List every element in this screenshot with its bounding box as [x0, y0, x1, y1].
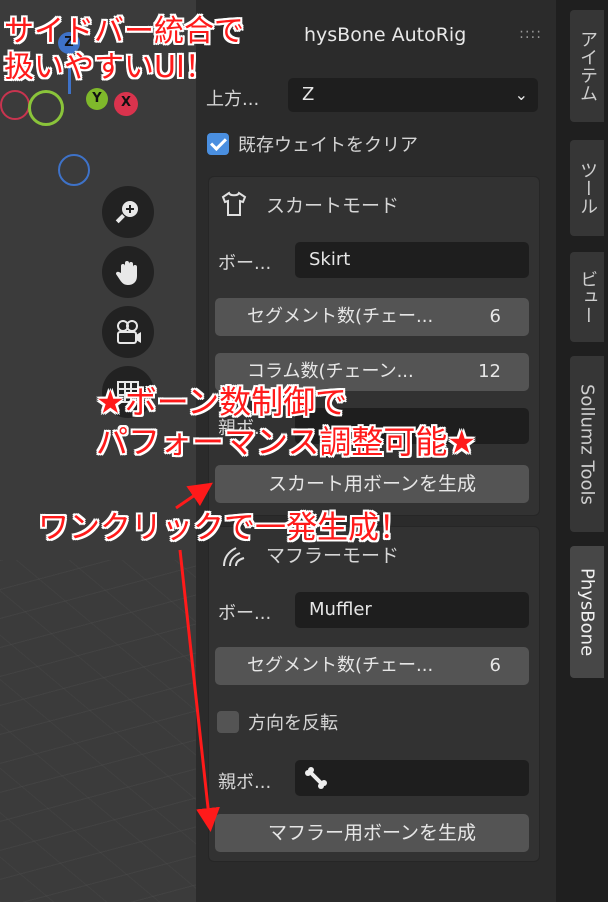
annotation-one-click: ワンクリックで一発生成！ — [38, 510, 410, 546]
gizmo-neg-x-axis[interactable] — [0, 90, 30, 120]
tab-physbone[interactable]: PhysBone — [570, 546, 604, 678]
gizmo-neg-z-axis[interactable] — [58, 154, 90, 186]
skirt-segments-label: セグメント数(チェー... — [247, 306, 434, 327]
tab-item[interactable]: アイテム — [570, 10, 604, 122]
skirt-bone-name-field[interactable]: Skirt — [295, 242, 529, 278]
zoom-icon — [115, 201, 138, 224]
skirt-segments-value: 6 — [489, 306, 501, 327]
gizmo-x-axis[interactable]: X — [114, 92, 138, 116]
viewport-grid — [0, 560, 200, 902]
tab-view-label: ビュー — [577, 270, 598, 324]
tab-tool-label: ツール — [577, 161, 598, 215]
muffler-segments-value: 6 — [489, 655, 501, 676]
annotation-line: ★ボーン数制御で — [96, 383, 348, 421]
annotation-sidebar-ui: サイドバー統合で 扱いやすいUI！ — [4, 14, 244, 86]
up-axis-dropdown[interactable]: Z ⌄ — [288, 78, 538, 112]
tab-view[interactable]: ビュー — [570, 252, 604, 342]
annotation-line: サイドバー統合で — [4, 14, 244, 49]
drag-handle-icon[interactable]: :::: — [519, 26, 542, 42]
tab-sollumz-tools[interactable]: Sollumz Tools — [570, 356, 604, 532]
muffler-parent-bone-field[interactable] — [295, 760, 529, 796]
bone-icon — [305, 767, 327, 789]
clear-weights-checkbox[interactable] — [207, 133, 229, 155]
annotation-bone-count-control: ★ボーン数制御で パフォーマンス調整可能★ — [96, 382, 476, 462]
tab-item-label: アイテム — [577, 30, 598, 102]
annotation-line: パフォーマンス調整可能★ — [96, 423, 477, 461]
zoom-button[interactable] — [102, 186, 154, 238]
up-axis-value: Z — [302, 84, 315, 105]
camera-view-button[interactable] — [102, 306, 154, 358]
panel-header[interactable]: hysBone AutoRig :::: — [208, 18, 548, 54]
annotation-line: 扱いやすいUI！ — [4, 50, 215, 85]
tab-sollumz-tools-label: Sollumz Tools — [576, 383, 598, 505]
clear-weights-label: 既存ウェイトをクリア — [238, 135, 418, 156]
skirt-columns-value: 12 — [478, 361, 501, 382]
gizmo-neg-y-axis[interactable] — [28, 90, 64, 126]
reverse-direction-label: 方向を反転 — [248, 713, 338, 734]
tab-tool[interactable]: ツール — [570, 140, 604, 236]
up-axis-label: 上方... — [206, 89, 260, 110]
hand-icon — [115, 261, 137, 285]
muffler-parent-label: 親ボ... — [218, 772, 272, 793]
reverse-direction-checkbox[interactable] — [217, 711, 239, 733]
generate-muffler-bones-button[interactable]: マフラー用ボーンを生成 — [215, 814, 529, 852]
skirt-mode-title: スカートモード — [266, 195, 400, 217]
pan-button[interactable] — [102, 246, 154, 298]
muffler-bone-label: ボー... — [218, 603, 272, 624]
skirt-bone-label: ボー... — [218, 253, 272, 274]
muffler-bone-name-field[interactable]: Muffler — [295, 592, 529, 628]
muffler-segments-label: セグメント数(チェー... — [247, 655, 434, 676]
gizmo-y-axis[interactable]: Y — [86, 88, 108, 110]
generate-skirt-bones-button[interactable]: スカート用ボーンを生成 — [215, 465, 529, 503]
shirt-icon — [221, 191, 247, 216]
panel-title: hysBone AutoRig — [304, 24, 467, 46]
skirt-bone-value: Skirt — [309, 249, 351, 270]
muffler-mode-box — [208, 526, 540, 862]
muffler-segments-slider[interactable]: セグメント数(チェー... 6 — [215, 647, 529, 685]
chevron-down-icon: ⌄ — [514, 85, 528, 104]
camera-icon — [117, 320, 141, 344]
tab-physbone-label: PhysBone — [576, 567, 598, 657]
muffler-bone-value: Muffler — [309, 599, 372, 620]
sidebar-tab-strip: アイテム ツール ビュー Sollumz Tools PhysBone — [556, 0, 608, 902]
skirt-segments-slider[interactable]: セグメント数(チェー... 6 — [215, 298, 529, 336]
